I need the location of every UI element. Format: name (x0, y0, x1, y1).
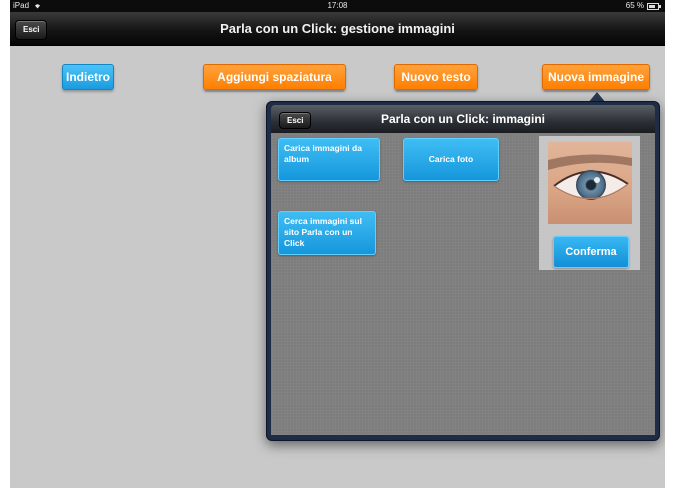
new-image-button[interactable]: Nuova immagine (542, 64, 650, 90)
eye-icon (548, 154, 632, 200)
battery-percent: 65 % (625, 1, 644, 10)
status-bar: iPad 17:08 65 % (10, 0, 665, 12)
eye-image-preview (548, 142, 632, 224)
images-popover: Parla con un Click: immagini Esci Carica… (266, 101, 660, 441)
back-button[interactable]: Indietro (62, 64, 114, 90)
image-preview-panel: Conferma (539, 136, 640, 270)
popover-header: Parla con un Click: immagini Esci (271, 105, 655, 133)
button-shadow (205, 90, 344, 92)
popover-exit-button[interactable]: Esci (279, 112, 312, 129)
add-spacing-button[interactable]: Aggiungi spaziatura (203, 64, 346, 90)
popover-body: Carica immagini da album Carica foto Cer… (271, 133, 655, 435)
load-album-button[interactable]: Carica immagini da album (278, 138, 380, 181)
clock: 17:08 (327, 1, 348, 10)
load-photo-button[interactable]: Carica foto (403, 138, 499, 181)
app-screen: iPad 17:08 65 % Parla con un Click: gest… (10, 0, 665, 488)
new-text-button[interactable]: Nuovo testo (394, 64, 478, 90)
popover-title: Parla con un Click: immagini (380, 112, 546, 126)
confirm-button[interactable]: Conferma (553, 236, 629, 268)
exit-button[interactable]: Esci (15, 20, 48, 40)
battery-icon (647, 2, 661, 10)
nav-bar: Parla con un Click: gestione immagini Es… (10, 12, 665, 46)
page-title: Parla con un Click: gestione immagini (220, 21, 455, 36)
search-site-button[interactable]: Cerca immagini sul sito Parla con un Cli… (278, 211, 376, 255)
battery-indicator: 65 % (625, 0, 661, 12)
button-shadow (396, 90, 476, 92)
